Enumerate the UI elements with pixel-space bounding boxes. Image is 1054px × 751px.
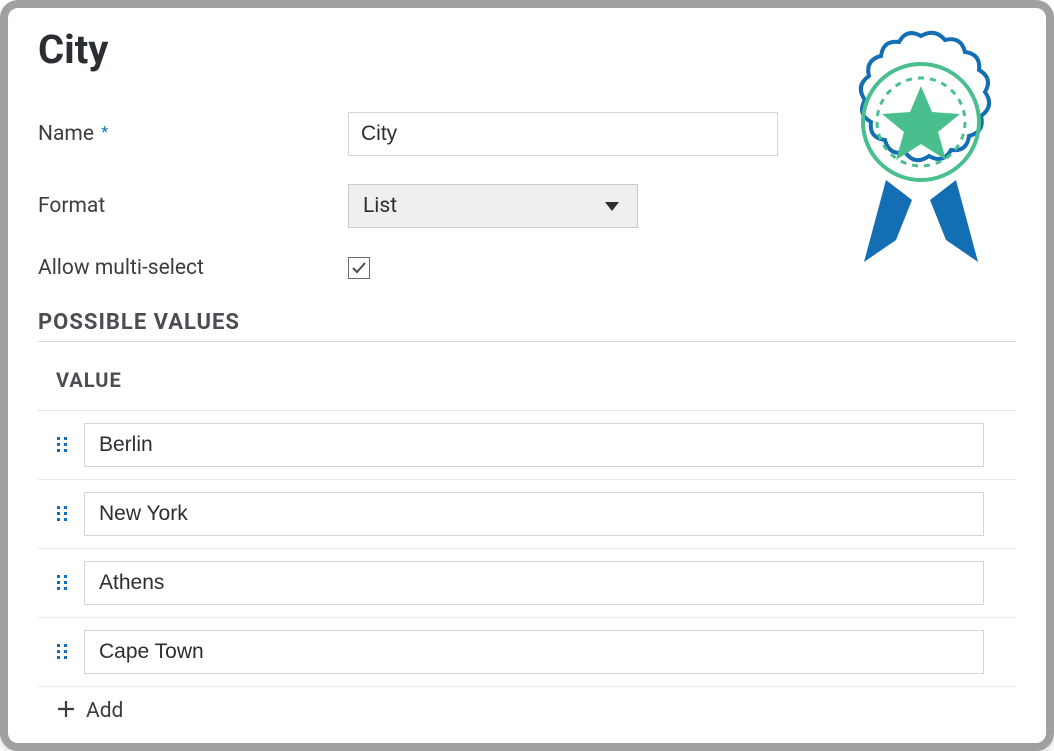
format-dropdown-value: List	[363, 194, 605, 218]
values-list	[38, 411, 1016, 687]
add-button-label: Add	[86, 699, 123, 723]
value-row	[38, 618, 1016, 687]
plus-icon	[56, 699, 76, 723]
allow-multi-checkbox[interactable]	[348, 257, 370, 279]
possible-values-header: POSSIBLE VALUES	[38, 310, 1016, 342]
value-row	[38, 549, 1016, 618]
value-row	[38, 480, 1016, 549]
drag-handle-icon[interactable]	[56, 436, 70, 454]
required-asterisk-icon: *	[101, 122, 108, 141]
name-label: Name *	[38, 122, 348, 146]
value-row	[38, 411, 1016, 480]
drag-handle-icon[interactable]	[56, 505, 70, 523]
value-input[interactable]	[84, 630, 984, 674]
drag-handle-icon[interactable]	[56, 574, 70, 592]
dialog-frame: City Name * Format List Allow multi-sele…	[0, 0, 1054, 751]
chevron-down-icon	[605, 197, 619, 216]
value-input[interactable]	[84, 492, 984, 536]
value-input[interactable]	[84, 423, 984, 467]
format-dropdown[interactable]: List	[348, 184, 638, 228]
name-label-text: Name	[38, 122, 94, 146]
format-label: Format	[38, 194, 348, 218]
checkmark-icon	[351, 261, 367, 275]
allow-multi-label: Allow multi-select	[38, 256, 348, 280]
value-input[interactable]	[84, 561, 984, 605]
name-input[interactable]	[348, 112, 778, 156]
value-column-header: VALUE	[38, 342, 1016, 411]
add-value-button[interactable]: Add	[38, 687, 1016, 723]
drag-handle-icon[interactable]	[56, 643, 70, 661]
award-ribbon-icon	[826, 30, 1016, 270]
